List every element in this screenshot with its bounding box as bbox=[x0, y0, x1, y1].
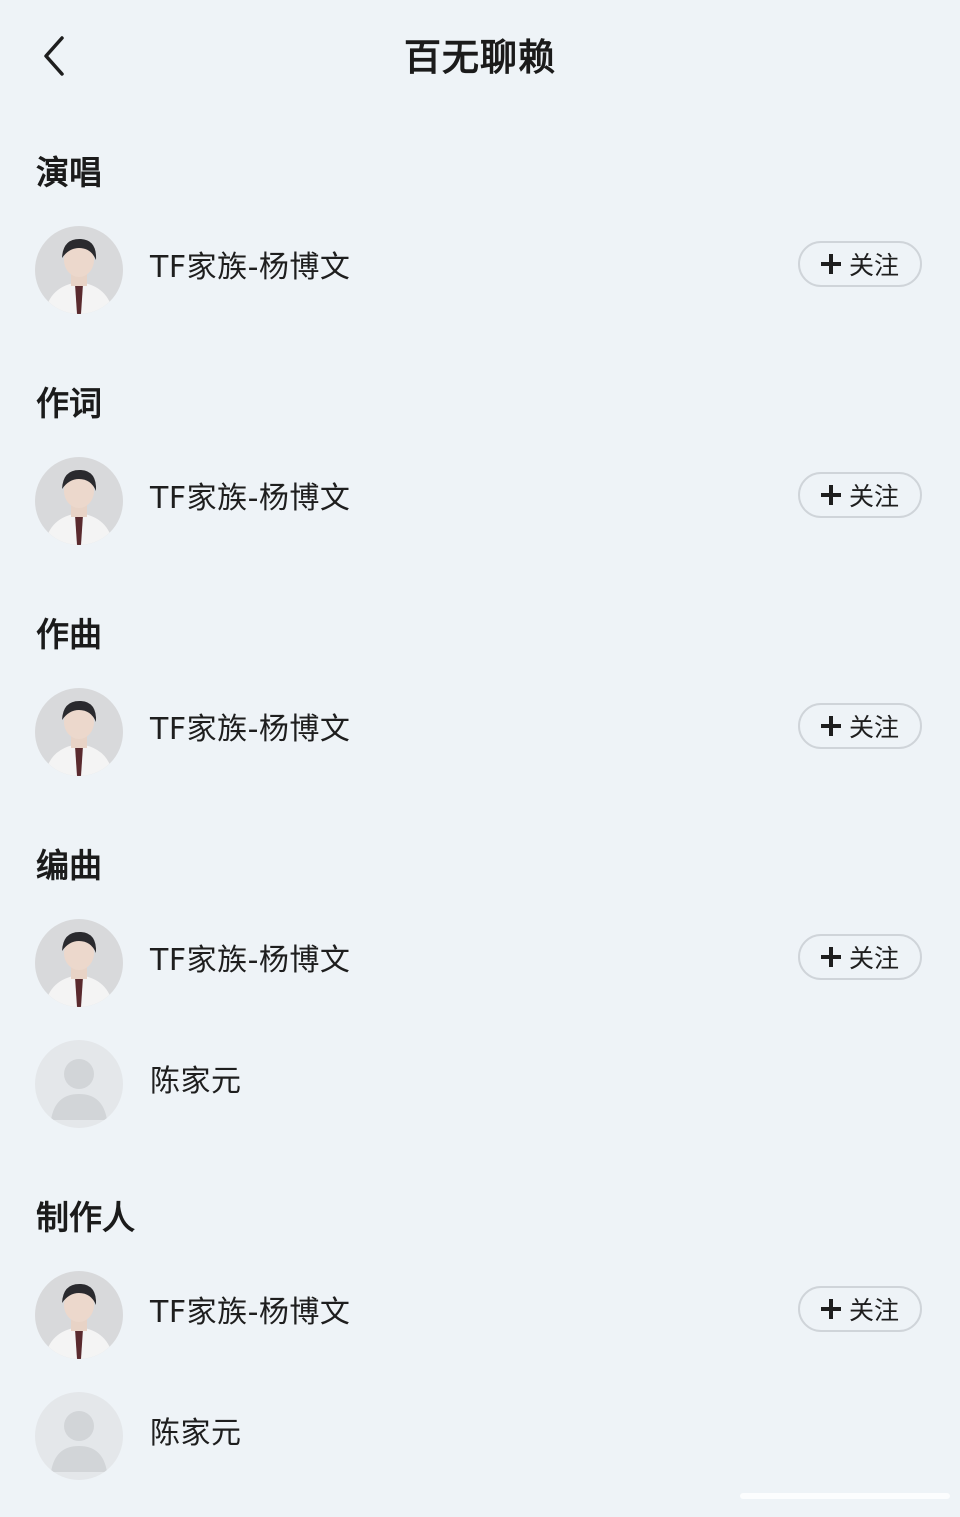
plus-icon bbox=[820, 1299, 841, 1319]
follow-button[interactable]: 关注 bbox=[798, 472, 922, 518]
watermark bbox=[740, 1487, 950, 1505]
follow-label: 关注 bbox=[848, 251, 899, 280]
follow-label: 关注 bbox=[848, 944, 899, 973]
top-bar: 百无聊赖 bbox=[0, 0, 960, 115]
avatar[interactable] bbox=[35, 226, 123, 314]
follow-button[interactable]: 关注 bbox=[798, 934, 922, 980]
person-name[interactable]: 陈家元 bbox=[150, 1060, 242, 1104]
avatar[interactable] bbox=[35, 457, 123, 545]
default-avatar-icon[interactable] bbox=[35, 1040, 123, 1128]
person-row[interactable]: TF家族-杨博文 关注 bbox=[0, 919, 960, 1040]
page-title: 百无聊赖 bbox=[404, 36, 556, 79]
section-title: 演唱 bbox=[36, 153, 102, 192]
section-title: 作曲 bbox=[36, 615, 102, 654]
avatar[interactable] bbox=[35, 688, 123, 776]
follow-label: 关注 bbox=[848, 1296, 899, 1325]
follow-label: 关注 bbox=[848, 713, 899, 742]
person-name[interactable]: TF家族-杨博文 bbox=[150, 477, 350, 521]
credits-list: 演唱 TF家族-杨博文 关注 作词 TF家族-杨博文 关注 作曲 TF家族-杨博… bbox=[0, 115, 960, 1513]
person-row[interactable]: TF家族-杨博文 关注 bbox=[0, 226, 960, 346]
person-name[interactable]: 陈家元 bbox=[150, 1412, 242, 1456]
person-name[interactable]: TF家族-杨博文 bbox=[150, 1291, 350, 1335]
person-row[interactable]: TF家族-杨博文 关注 bbox=[0, 688, 960, 808]
credit-section: 制作人 TF家族-杨博文 关注 陈家元 bbox=[0, 1160, 960, 1513]
credit-section: 编曲 TF家族-杨博文 关注 陈家元 bbox=[0, 808, 960, 1160]
follow-button[interactable]: 关注 bbox=[798, 241, 922, 287]
avatar[interactable] bbox=[35, 919, 123, 1007]
person-row[interactable]: 陈家元 bbox=[0, 1040, 960, 1160]
person-row[interactable]: TF家族-杨博文 关注 bbox=[0, 1271, 960, 1392]
person-row[interactable]: TF家族-杨博文 关注 bbox=[0, 457, 960, 577]
avatar[interactable] bbox=[35, 1271, 123, 1359]
credit-section: 作曲 TF家族-杨博文 关注 bbox=[0, 577, 960, 808]
default-avatar-icon[interactable] bbox=[35, 1392, 123, 1480]
follow-button[interactable]: 关注 bbox=[798, 1286, 922, 1332]
plus-icon bbox=[820, 716, 841, 736]
credit-section: 作词 TF家族-杨博文 关注 bbox=[0, 346, 960, 577]
plus-icon bbox=[820, 947, 841, 967]
follow-button[interactable]: 关注 bbox=[798, 703, 922, 749]
person-name[interactable]: TF家族-杨博文 bbox=[150, 708, 350, 752]
section-title: 制作人 bbox=[36, 1198, 135, 1237]
person-name[interactable]: TF家族-杨博文 bbox=[150, 939, 350, 983]
section-title: 作词 bbox=[36, 384, 102, 423]
follow-label: 关注 bbox=[848, 482, 899, 511]
credit-section: 演唱 TF家族-杨博文 关注 bbox=[0, 115, 960, 346]
section-title: 编曲 bbox=[36, 846, 102, 885]
person-name[interactable]: TF家族-杨博文 bbox=[150, 246, 350, 290]
plus-icon bbox=[820, 485, 841, 505]
plus-icon bbox=[820, 254, 841, 274]
